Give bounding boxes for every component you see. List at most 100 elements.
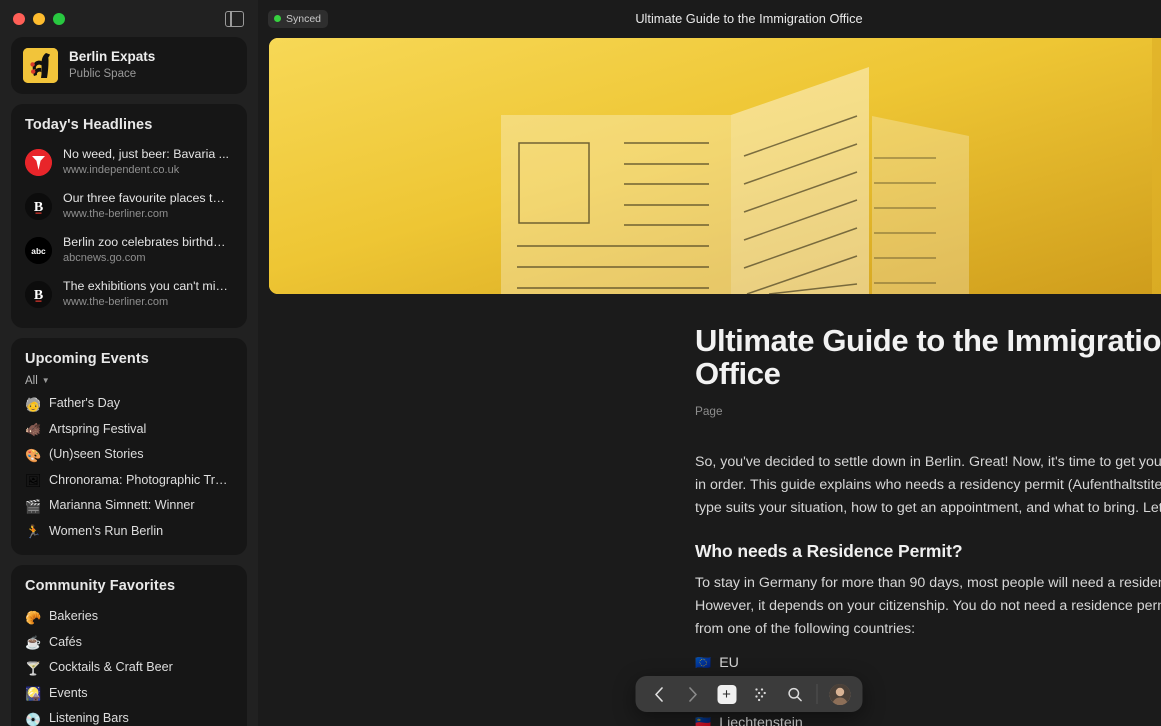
list-item[interactable]: ☕ Cafés: [11, 630, 247, 656]
floating-toolbar: +: [636, 676, 863, 712]
maximize-window-button[interactable]: [53, 13, 65, 25]
document-heading: Ultimate Guide to the Immigration Office: [695, 324, 1161, 391]
favorites-list: 🥐 Bakeries ☕ Cafés 🍸 Cocktails & Craft Beer…: [11, 602, 247, 726]
document-kind-label: Page: [695, 404, 1161, 418]
headlines-card: Today's Headlines No weed, just beer: Ba…: [11, 104, 247, 328]
window-controls-bar: [0, 0, 258, 37]
main-content: Synced Ultimate Guide to the Immigration…: [258, 0, 1161, 726]
events-list: 🧓 Father's Day 🐗 Artspring Festival 🎨 (Un)s…: [11, 389, 247, 555]
sync-indicator-dot: [274, 15, 281, 22]
minimize-window-button[interactable]: [33, 13, 45, 25]
document-intro-paragraph: So, you've decided to settle down in Ber…: [695, 451, 1161, 520]
berliner-logo-icon: B: [25, 281, 52, 308]
list-item[interactable]: 🎑 Events: [11, 681, 247, 707]
headline-title: Our three favourite places to ...: [63, 190, 229, 206]
plus-icon: +: [717, 685, 736, 704]
country-list-item: 🇱🇮 Liechtenstein: [695, 715, 1161, 726]
country-name: EU: [719, 655, 739, 671]
event-emoji-icon: 🧓: [25, 398, 41, 411]
event-emoji-icon: 🏃: [25, 525, 41, 538]
workspace-switcher[interactable]: Berlin Expats Public Space: [11, 37, 247, 94]
flag-icon: 🇱🇮: [695, 716, 711, 726]
headlines-list: No weed, just beer: Bavaria ... www.inde…: [11, 141, 247, 328]
search-icon[interactable]: [778, 677, 812, 711]
app-window: Berlin Expats Public Space Today's Headl…: [0, 0, 1161, 726]
toolbar-divider: [817, 684, 818, 704]
favorites-card: Community Favorites 🥐 Bakeries ☕ Cafés 🍸 Co…: [11, 565, 247, 726]
favorite-emoji-icon: 💿: [25, 713, 41, 726]
list-item[interactable]: 🏃 Women's Run Berlin: [11, 519, 247, 545]
close-window-button[interactable]: [13, 13, 25, 25]
headline-url: www.independent.co.uk: [63, 163, 229, 179]
favorite-label: Events: [49, 684, 88, 704]
favorite-emoji-icon: ☕: [25, 636, 41, 649]
favorite-label: Cafés: [49, 633, 82, 653]
list-item[interactable]: 🥐 Bakeries: [11, 604, 247, 630]
favorite-emoji-icon: 🎑: [25, 687, 41, 700]
open-book-illustration: [269, 38, 1161, 294]
favorite-emoji-icon: 🍸: [25, 662, 41, 675]
user-avatar-icon[interactable]: [823, 677, 857, 711]
top-bar: Synced Ultimate Guide to the Immigration…: [258, 0, 1161, 37]
list-item[interactable]: 💿Listening Bars: [11, 706, 247, 726]
svg-text:abc: abc: [31, 246, 46, 256]
event-emoji-icon: 🎬: [25, 500, 41, 513]
flag-icon: 🇪🇺: [695, 656, 711, 669]
favorite-emoji-icon: 🥐: [25, 611, 41, 624]
headlines-title: Today's Headlines: [11, 104, 247, 141]
headline-title: The exhibitions you can't mis...: [63, 278, 229, 294]
headline-title: No weed, just beer: Bavaria ...: [63, 146, 229, 162]
headline-url: www.the-berliner.com: [63, 207, 229, 223]
independent-logo-icon: [25, 149, 52, 176]
list-item[interactable]: 🎨 (Un)seen Stories: [11, 442, 247, 468]
chevron-right-icon[interactable]: [676, 677, 710, 711]
workspace-subtitle: Public Space: [69, 67, 155, 83]
headline-item[interactable]: abc Berlin zoo celebrates birthda... abc…: [11, 229, 247, 272]
country-name: Liechtenstein: [719, 715, 803, 726]
traffic-lights[interactable]: [13, 13, 65, 25]
sync-status-label: Synced: [286, 13, 321, 25]
berliner-logo-icon: B: [25, 193, 52, 220]
sidebar-toggle-icon[interactable]: [225, 11, 244, 27]
event-label: Father's Day: [49, 394, 120, 414]
favorite-label: Cocktails & Craft Beer: [49, 658, 173, 678]
country-list-item: 🇪🇺 EU: [695, 655, 1161, 671]
document-scroll-area[interactable]: Ultimate Guide to the Immigration Office…: [258, 37, 1161, 726]
headline-url: abcnews.go.com: [63, 251, 229, 267]
list-item[interactable]: 🐗 Artspring Festival: [11, 417, 247, 443]
dots-grid-icon[interactable]: [744, 677, 778, 711]
event-label: Marianna Simnett: Winner: [49, 496, 195, 516]
abc-news-logo-icon: abc: [25, 237, 52, 264]
events-filter[interactable]: All ▼: [11, 375, 247, 389]
list-item[interactable]: 🖼 Chronorama: Photographic Treasu...: [11, 468, 247, 494]
headline-title: Berlin zoo celebrates birthda...: [63, 234, 229, 250]
list-item[interactable]: 🧓 Father's Day: [11, 391, 247, 417]
event-emoji-icon: 🐗: [25, 423, 41, 436]
event-label: Chronorama: Photographic Treasu...: [49, 471, 233, 491]
chevron-left-icon[interactable]: [642, 677, 676, 711]
sync-status-badge[interactable]: Synced: [268, 10, 328, 28]
event-label: Artspring Festival: [49, 420, 146, 440]
headline-item[interactable]: No weed, just beer: Bavaria ... www.inde…: [11, 141, 247, 184]
event-emoji-icon: 🎨: [25, 449, 41, 462]
workspace-name: Berlin Expats: [69, 49, 155, 66]
event-label: (Un)seen Stories: [49, 445, 144, 465]
favorites-title: Community Favorites: [11, 565, 247, 602]
events-title: Upcoming Events: [11, 338, 247, 375]
headline-url: www.the-berliner.com: [63, 295, 229, 311]
document-body: Ultimate Guide to the Immigration Office…: [258, 294, 1161, 726]
list-item[interactable]: 🎬 Marianna Simnett: Winner: [11, 493, 247, 519]
list-item[interactable]: 🍸 Cocktails & Craft Beer: [11, 655, 247, 681]
events-filter-label: All: [25, 375, 38, 387]
favorite-label: Bakeries: [49, 607, 98, 627]
headline-item[interactable]: B Our three favourite places to ... www.…: [11, 185, 247, 228]
add-button[interactable]: +: [710, 677, 744, 711]
event-label: Women's Run Berlin: [49, 522, 163, 542]
sidebar: Berlin Expats Public Space Today's Headl…: [0, 0, 258, 726]
events-card: Upcoming Events All ▼ 🧓 Father's Day 🐗 Art…: [11, 338, 247, 555]
headline-item[interactable]: B The exhibitions you can't mis... www.t…: [11, 273, 247, 316]
event-emoji-icon: 🖼: [25, 474, 41, 487]
berlin-bear-crest-icon: [23, 48, 58, 83]
chevron-down-icon: ▼: [42, 377, 50, 385]
section-heading: Who needs a Residence Permit?: [695, 541, 1161, 562]
